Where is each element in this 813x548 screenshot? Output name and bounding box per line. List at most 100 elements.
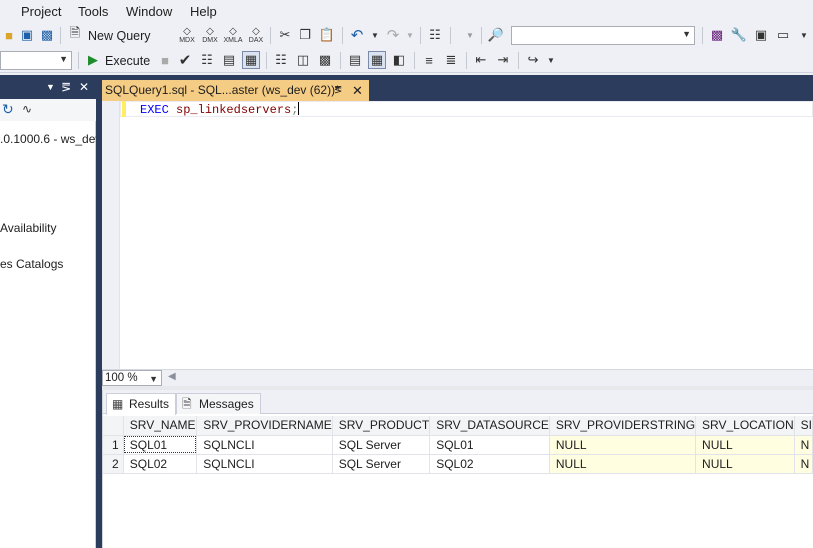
row-number[interactable]: 1 xyxy=(102,435,124,455)
grid-cell[interactable]: SQL Server xyxy=(332,454,431,474)
activity-monitor-icon[interactable]: ☷ xyxy=(426,26,444,44)
object-explorer-header: ▼ ⪚ ✕ xyxy=(0,75,96,99)
grid-cell[interactable]: SQLNCLI xyxy=(196,454,333,474)
query-options-icon[interactable]: ▤ xyxy=(220,51,238,69)
solution-config-dropdown-icon[interactable]: ▼ xyxy=(461,26,479,44)
column-header[interactable]: SRV_PRODUCT xyxy=(332,416,431,436)
grid-cell[interactable]: SQL Server xyxy=(332,435,431,455)
window-position-dropdown-icon[interactable]: ▼ xyxy=(46,82,55,92)
available-databases-combobox[interactable]: ▼ xyxy=(0,51,72,70)
horizontal-scrollbar[interactable] xyxy=(180,372,813,384)
tree-node-catalogs[interactable]: es Catalogs xyxy=(0,257,63,271)
new-query-button[interactable]: New Query xyxy=(88,29,151,43)
comment-lines-icon[interactable]: ≡ xyxy=(420,51,438,69)
include-actual-plan-icon[interactable]: ☷ xyxy=(272,51,290,69)
save-all-icon[interactable]: ▩ xyxy=(38,26,56,44)
toolbar-overflow-icon[interactable]: ▼ xyxy=(542,51,560,69)
visual-studio-icon[interactable]: ▩ xyxy=(708,26,726,44)
activity-monitor-icon[interactable]: ∿ xyxy=(22,102,32,116)
cut-icon[interactable]: ✂ xyxy=(276,26,294,44)
column-header[interactable]: SRV_LOCATION xyxy=(695,416,795,436)
execute-button[interactable]: Execute xyxy=(105,54,150,68)
save-icon[interactable]: ▣ xyxy=(18,26,36,44)
results-to-grid-icon[interactable]: ▦ xyxy=(368,51,386,69)
toolbar-separator xyxy=(270,27,271,44)
results-to-text-icon[interactable]: ▤ xyxy=(346,51,364,69)
menu-tools[interactable]: Tools xyxy=(78,4,108,19)
column-header[interactable]: SRV_DATASOURCE xyxy=(429,416,550,436)
grid-cell[interactable]: SQLNCLI xyxy=(196,435,333,455)
zoom-combobox[interactable]: 100 % ▼ xyxy=(102,370,162,386)
find-in-files-icon[interactable]: 🔎 xyxy=(487,26,505,44)
grid-cell[interactable]: NULL xyxy=(549,454,697,474)
tab-sqlquery1[interactable]: SQLQuery1.sql - SQL...aster (ws_dev (62)… xyxy=(102,80,369,101)
client-statistics-icon[interactable]: ▩ xyxy=(316,51,334,69)
copy-icon[interactable]: ❐ xyxy=(296,26,314,44)
command-window-icon[interactable]: ▭ xyxy=(774,26,792,44)
grid-icon: ▦ xyxy=(112,397,124,411)
increase-indent-icon[interactable]: ⇥ xyxy=(494,51,512,69)
undo-icon[interactable]: ↶ xyxy=(348,26,366,44)
cancel-query-icon[interactable]: ■ xyxy=(156,51,174,69)
column-header[interactable]: SI xyxy=(794,416,813,436)
results-to-file-icon[interactable]: ◧ xyxy=(390,51,408,69)
changed-line-marker xyxy=(122,101,126,117)
new-query-icon[interactable]: 🗎 xyxy=(66,25,84,44)
grid-cell[interactable]: NULL xyxy=(695,435,795,455)
pin-icon[interactable]: ⪚ xyxy=(61,80,71,94)
close-icon[interactable]: ✕ xyxy=(79,80,89,94)
grid-cell[interactable]: SQL01 xyxy=(429,435,550,455)
results-grid[interactable]: SRV_NAME SRV_PROVIDERNAME SRV_PRODUCT SR… xyxy=(102,416,813,474)
column-header[interactable]: SRV_PROVIDERSTRING xyxy=(549,416,697,436)
decrease-indent-icon[interactable]: ⇤ xyxy=(472,51,490,69)
query-editor[interactable]: EXEC sp_linkedservers; xyxy=(102,101,813,369)
close-icon[interactable]: ✕ xyxy=(352,80,363,101)
sql-terminator: ; xyxy=(291,103,299,117)
menu-window[interactable]: Window xyxy=(126,4,172,19)
tab-messages[interactable]: 🗎 Messages xyxy=(176,393,261,414)
specify-template-values-icon[interactable]: ↪ xyxy=(524,51,542,69)
dax-query-icon[interactable]: ◇ DAX xyxy=(247,26,265,44)
chevron-down-icon: ▼ xyxy=(59,54,68,64)
column-header[interactable]: SRV_NAME xyxy=(123,416,198,436)
grid-cell[interactable]: NULL xyxy=(695,454,795,474)
refresh-icon[interactable]: ↻ xyxy=(2,101,14,118)
undo-dropdown-icon[interactable]: ▼ xyxy=(366,26,384,44)
pin-icon[interactable]: ⪚ xyxy=(334,80,342,101)
tree-node-availability[interactable]: Availability xyxy=(0,221,56,235)
wrench-icon[interactable]: 🔧 xyxy=(730,26,748,44)
open-folder-icon[interactable]: ■ xyxy=(0,26,18,44)
scroll-left-icon[interactable]: ◀ xyxy=(168,371,176,382)
menu-project[interactable]: Project xyxy=(21,4,61,19)
editor-gutter xyxy=(102,101,119,369)
grid-cell[interactable]: N xyxy=(794,454,813,474)
redo-icon[interactable]: ↷ xyxy=(384,26,402,44)
redo-dropdown-icon[interactable]: ▼ xyxy=(401,26,419,44)
xmla-query-icon[interactable]: ◇ XMLA xyxy=(223,26,242,44)
mdx-query-icon[interactable]: ◇ MDX xyxy=(178,26,196,44)
parse-checkmark-icon[interactable]: ✔ xyxy=(176,51,194,69)
row-number[interactable]: 2 xyxy=(102,454,124,474)
intellisense-enabled-icon[interactable]: ▦ xyxy=(242,51,260,69)
tab-results[interactable]: ▦ Results xyxy=(106,393,177,415)
uncomment-lines-icon[interactable]: ≣ xyxy=(442,51,460,69)
tree-node-server[interactable]: .0.1000.6 - ws_dev xyxy=(0,132,101,146)
live-query-stats-icon[interactable]: ◫ xyxy=(294,51,312,69)
grid-cell[interactable]: SQL02 xyxy=(429,454,550,474)
dmx-query-icon[interactable]: ◇ DMX xyxy=(201,26,219,44)
text-caret xyxy=(298,102,300,115)
paste-icon[interactable]: 📋 xyxy=(318,26,336,44)
column-header[interactable]: SRV_PROVIDERNAME xyxy=(196,416,333,436)
row-header-corner[interactable] xyxy=(102,416,124,436)
toolbar-overflow-icon[interactable]: ▼ xyxy=(795,26,813,44)
grid-cell[interactable]: SQL02 xyxy=(123,454,198,474)
code-line-1[interactable]: EXEC sp_linkedservers; xyxy=(140,102,300,117)
grid-cell[interactable]: NULL xyxy=(549,435,697,455)
grid-cell[interactable]: SQL01 xyxy=(123,435,198,455)
toolbox-icon[interactable]: ▣ xyxy=(752,26,770,44)
execute-icon[interactable]: ▶ xyxy=(84,51,102,69)
display-estimated-plan-icon[interactable]: ☷ xyxy=(198,51,216,69)
menu-help[interactable]: Help xyxy=(190,4,217,19)
grid-cell[interactable]: N xyxy=(794,435,813,455)
find-combobox[interactable]: ▼ xyxy=(511,26,695,45)
